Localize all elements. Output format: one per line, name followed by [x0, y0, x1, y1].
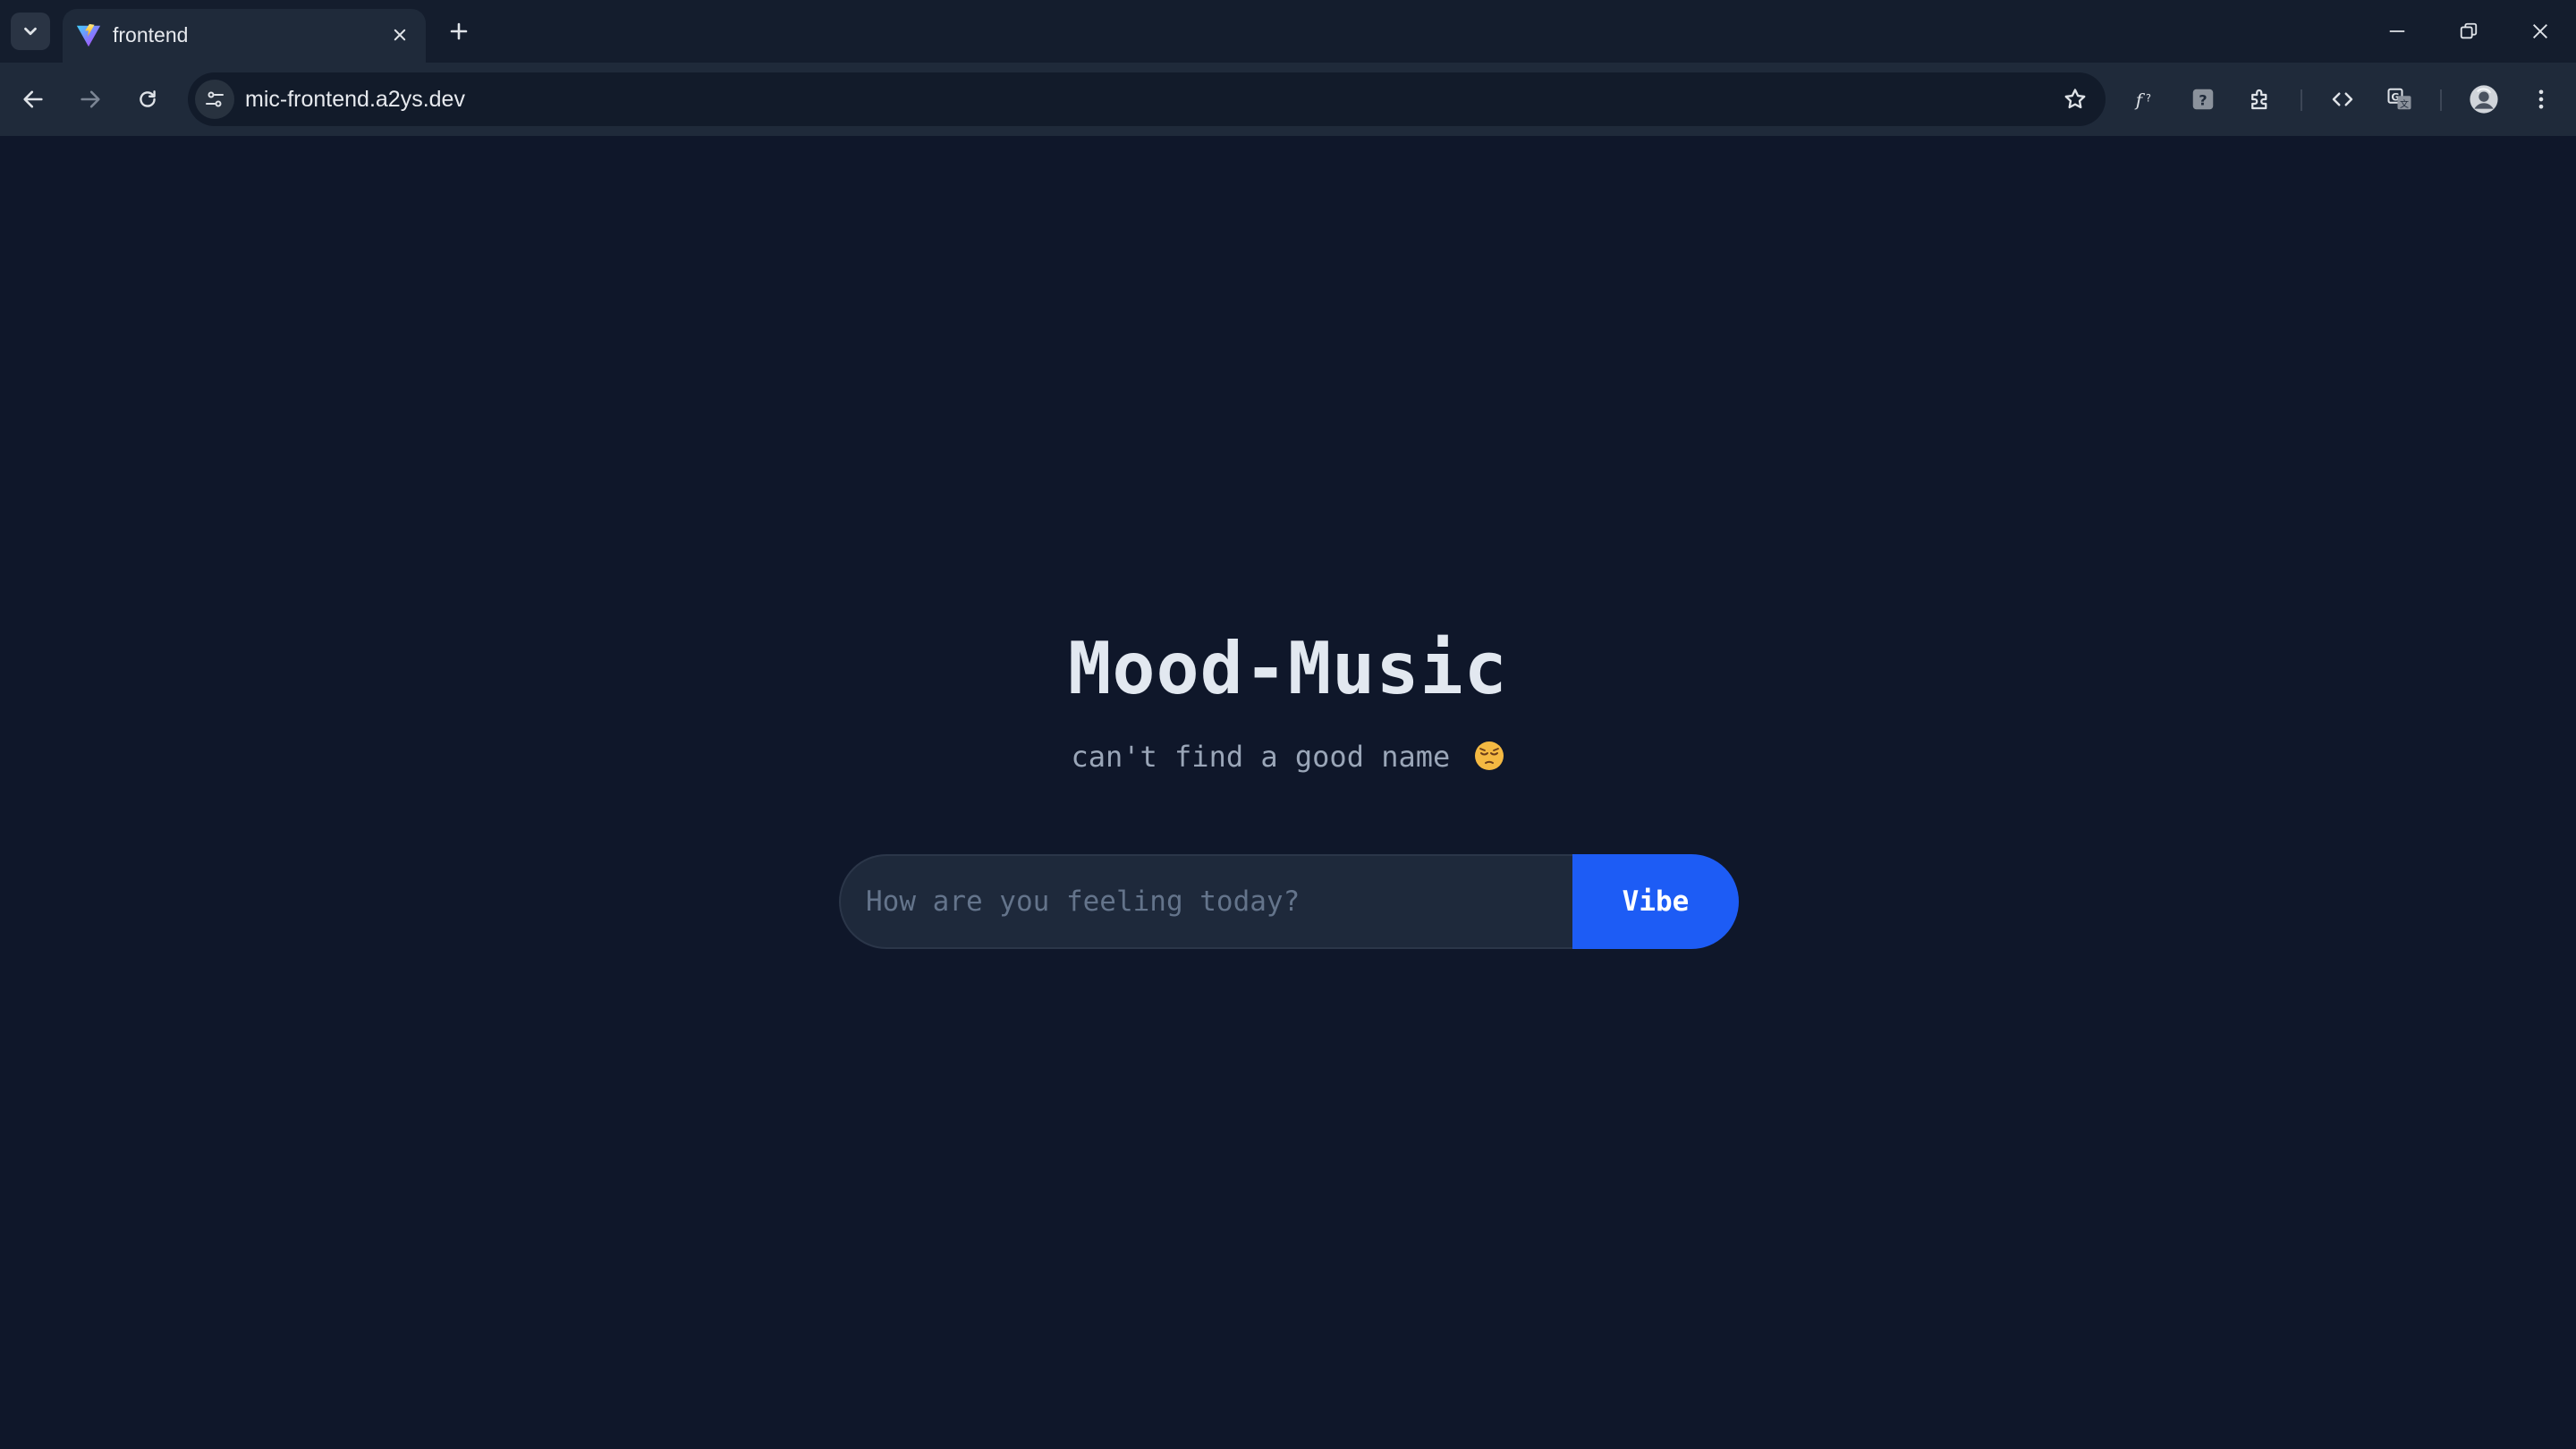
- avatar: [2470, 85, 2498, 114]
- new-tab-button[interactable]: [440, 13, 478, 50]
- toolbar-separator: [2301, 89, 2302, 111]
- puzzle-icon: [2251, 89, 2267, 110]
- page-title: Mood-Music: [1068, 627, 1508, 710]
- close-window-button[interactable]: [2504, 0, 2576, 63]
- browser-tabstrip: frontend: [0, 0, 2576, 63]
- mood-input[interactable]: [839, 854, 1572, 949]
- svg-text:?: ?: [2146, 93, 2151, 105]
- svg-text:?: ?: [2199, 91, 2207, 108]
- subtitle-text: can't find a good name: [1071, 740, 1451, 774]
- help-extension-icon: ?: [2192, 89, 2214, 110]
- restore-icon: [2460, 22, 2478, 39]
- arrow-left-icon: [23, 90, 43, 108]
- bookmark-button[interactable]: [2055, 80, 2095, 119]
- vite-logo-icon: [76, 23, 101, 47]
- toolbar-separator: [2440, 89, 2442, 111]
- tab-title: frontend: [113, 23, 189, 47]
- kebab-menu-icon: [2538, 89, 2544, 109]
- translate-icon: G 文: [2387, 88, 2411, 110]
- forward-button[interactable]: [70, 79, 111, 120]
- devtools-button[interactable]: [2322, 79, 2363, 120]
- tune-icon: [206, 91, 224, 107]
- function-extension-icon: f ?: [2134, 89, 2151, 111]
- help-extension-button[interactable]: ?: [2182, 79, 2224, 120]
- browser-toolbar: mic-frontend.a2ys.dev f ? ? G 文: [0, 63, 2576, 136]
- svg-text:f: f: [2134, 89, 2146, 111]
- mood-form: Vibe: [839, 854, 1739, 949]
- close-window-icon: [2533, 24, 2547, 38]
- star-icon: [2064, 89, 2086, 109]
- extensions-button[interactable]: [2240, 79, 2281, 120]
- pensive-face-emoji: [1474, 741, 1504, 770]
- reload-icon: [140, 90, 156, 107]
- restore-button[interactable]: [2433, 0, 2504, 63]
- back-button[interactable]: [13, 79, 54, 120]
- minimize-button[interactable]: [2361, 0, 2433, 63]
- translate-button[interactable]: G 文: [2379, 79, 2420, 120]
- minimize-icon: [2389, 30, 2405, 32]
- profile-button[interactable]: [2463, 79, 2504, 120]
- address-bar[interactable]: mic-frontend.a2ys.dev: [188, 72, 2106, 126]
- close-icon: [394, 29, 406, 41]
- tab-close-button[interactable]: [385, 20, 415, 50]
- tab-search-button[interactable]: [11, 13, 50, 50]
- reload-button[interactable]: [127, 79, 168, 120]
- plus-icon: [450, 22, 468, 40]
- vibe-button[interactable]: Vibe: [1572, 854, 1739, 949]
- page-subtitle: can't find a good name: [0, 737, 2576, 776]
- url-text[interactable]: mic-frontend.a2ys.dev: [245, 85, 465, 114]
- site-info-button[interactable]: [195, 80, 234, 119]
- chevron-down-icon: [24, 27, 37, 36]
- browser-tab-active[interactable]: frontend: [63, 9, 426, 63]
- function-extension-button[interactable]: f ?: [2125, 79, 2166, 120]
- code-icon: [2332, 92, 2353, 106]
- page-viewport: Mood-Music can't find a good name Vibe: [0, 136, 2576, 1449]
- arrow-right-icon: [80, 90, 100, 108]
- browser-menu-button[interactable]: [2521, 79, 2562, 120]
- svg-text:文: 文: [2400, 98, 2409, 110]
